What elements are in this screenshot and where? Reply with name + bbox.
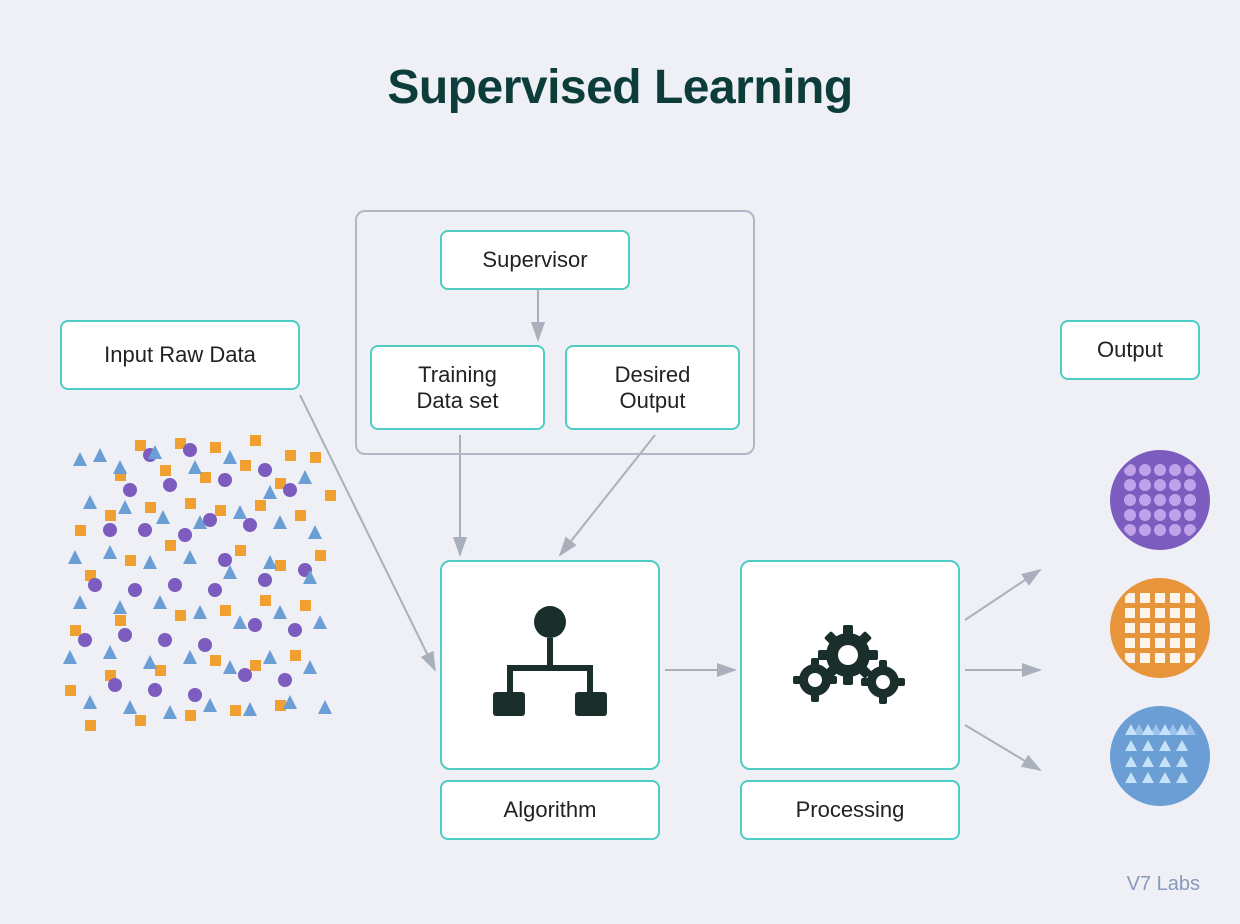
scatter-plot	[55, 430, 345, 740]
supervisor-box: Supervisor	[440, 230, 630, 290]
input-raw-data-label: Input Raw Data	[104, 342, 256, 368]
blue-triangle-grid	[1115, 711, 1205, 801]
scatter-svg	[55, 430, 345, 740]
output-box: Output	[1060, 320, 1200, 380]
desired-output-box: Desired Output	[565, 345, 740, 430]
orange-square-grid	[1115, 583, 1205, 673]
processing-label-box: Processing	[740, 780, 960, 840]
training-data-box: Training Data set	[370, 345, 545, 430]
page-title: Supervised Learning	[0, 0, 1240, 115]
output-circle-blue	[1110, 706, 1210, 806]
output-circle-purple	[1110, 450, 1210, 550]
desired-output-label: Desired Output	[615, 362, 691, 414]
output-circle-orange	[1110, 578, 1210, 678]
purple-dot-grid	[1115, 455, 1205, 545]
output-circles	[1110, 450, 1210, 834]
algorithm-label-box: Algorithm	[440, 780, 660, 840]
diagram-container: Supervisor Input Raw Data Training Data …	[0, 180, 1240, 880]
training-data-label: Training Data set	[417, 362, 499, 414]
algorithm-icon-box	[440, 560, 660, 770]
processing-icon-box	[740, 560, 960, 770]
algorithm-icon	[485, 600, 615, 730]
processing-label-text: Processing	[796, 797, 905, 823]
gears-icon	[780, 600, 920, 730]
output-label: Output	[1097, 337, 1163, 363]
input-raw-data-box: Input Raw Data	[60, 320, 300, 390]
v7-branding: V7 Labs	[1127, 873, 1200, 896]
algorithm-label-text: Algorithm	[504, 797, 597, 823]
supervisor-label: Supervisor	[482, 247, 587, 273]
